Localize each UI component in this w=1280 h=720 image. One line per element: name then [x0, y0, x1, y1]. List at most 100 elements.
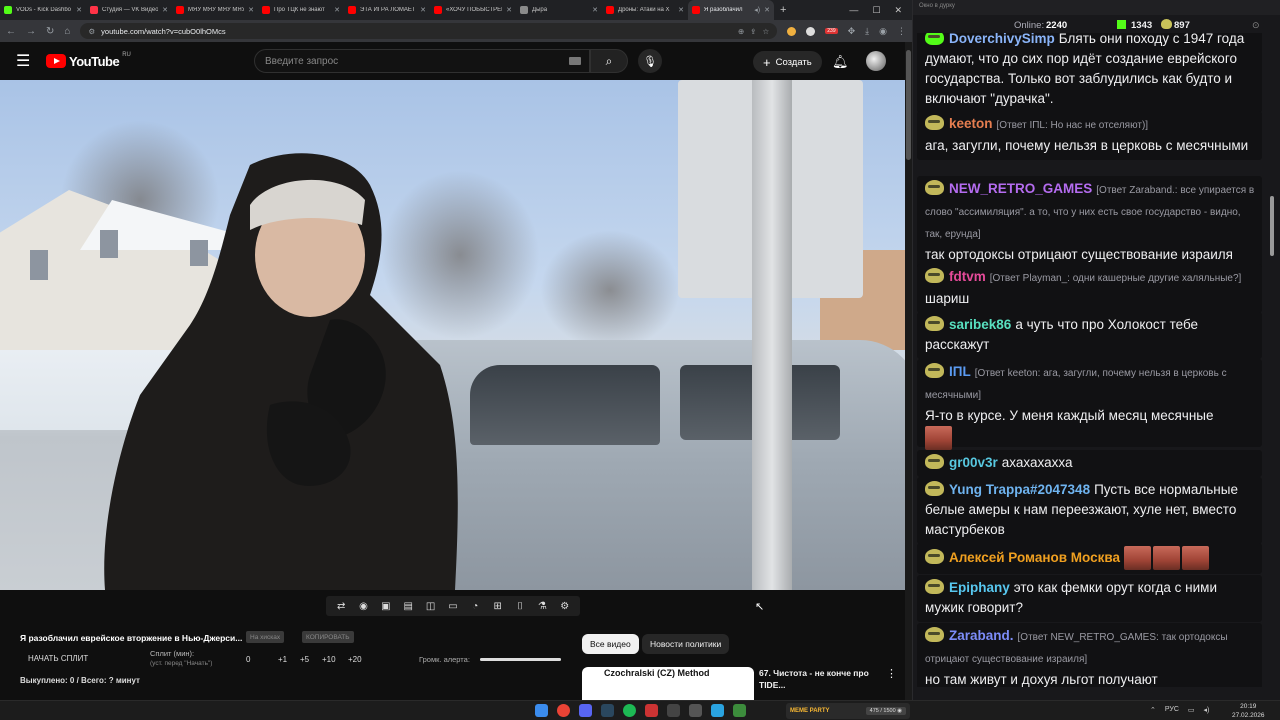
volume-icon[interactable]: ◂): [1204, 706, 1210, 714]
url-field[interactable]: ⚙ youtube.com/watch?v=cubO0lhOMcs ⊕ ⇪ ☆: [80, 23, 778, 39]
voice-search-button[interactable]: 🎙: [638, 49, 662, 73]
copy-button[interactable]: КОПИРОВАТЬ: [302, 631, 354, 643]
minimize-button[interactable]: —: [849, 5, 858, 16]
start-icon[interactable]: [535, 704, 548, 717]
recommendation-title[interactable]: 67. Чистота - не конче про TIDE...: [759, 667, 879, 691]
search-button[interactable]: ⌕: [590, 49, 628, 73]
chat-username[interactable]: Yung Trappa#2047348: [949, 482, 1090, 497]
site-info-icon[interactable]: ⚙: [88, 27, 95, 36]
close-icon[interactable]: ✕: [506, 6, 512, 14]
avatar[interactable]: [866, 51, 886, 71]
settings-icon[interactable]: ⊙: [1252, 20, 1260, 31]
tag-button[interactable]: На хисках: [246, 631, 285, 643]
discord-icon[interactable]: [579, 704, 592, 717]
menu-icon[interactable]: ⋮: [897, 26, 906, 37]
increment-button-1[interactable]: +1: [278, 655, 287, 664]
language-indicator[interactable]: РУС: [1165, 706, 1179, 714]
start-split-button[interactable]: НАЧАТЬ СПЛИТ: [28, 654, 88, 663]
scrollbar-thumb[interactable]: [906, 50, 911, 160]
app-icon[interactable]: [733, 704, 746, 717]
close-icon[interactable]: ✕: [678, 6, 684, 14]
close-icon[interactable]: ✕: [76, 6, 82, 14]
close-icon[interactable]: ✕: [764, 6, 770, 14]
increment-button-20[interactable]: +20: [348, 655, 362, 664]
tray-chevron-icon[interactable]: ⌃: [1150, 706, 1156, 714]
browser-tab-active[interactable]: Я разоблачил ◂) ✕: [688, 0, 774, 20]
chat-username[interactable]: DoverchivySimp: [949, 33, 1055, 46]
puzzle-icon[interactable]: ✥: [848, 26, 856, 37]
forward-icon[interactable]: →: [26, 26, 36, 37]
close-icon[interactable]: ✕: [334, 6, 340, 14]
app-icon[interactable]: [667, 704, 680, 717]
close-icon[interactable]: ✕: [420, 6, 426, 14]
steam-icon[interactable]: [601, 704, 614, 717]
alert-volume-slider[interactable]: [480, 658, 561, 661]
create-button[interactable]: + Создать: [753, 51, 822, 73]
spotify-icon[interactable]: [623, 704, 636, 717]
chip-all-videos[interactable]: Все видео: [582, 634, 639, 654]
loop-icon[interactable]: ⇄: [333, 601, 349, 612]
system-clock[interactable]: 20:19 27.02.2026: [1232, 702, 1265, 720]
network-icon[interactable]: ▭: [1188, 706, 1195, 714]
back-icon[interactable]: ←: [6, 26, 16, 37]
chat-username[interactable]: Алексей Романов Москва: [949, 550, 1120, 565]
meme-party-widget[interactable]: MEME PARTY 475 / 1500 ◉: [786, 703, 910, 719]
close-icon[interactable]: ✕: [248, 6, 254, 14]
pip-icon[interactable]: ◫: [423, 601, 439, 612]
chat-username[interactable]: keeton: [949, 116, 993, 131]
browser-tab[interactable]: Про ТЦК не знают ✕: [258, 0, 344, 20]
chat-username[interactable]: Zaraband.: [949, 628, 1014, 643]
theater-icon[interactable]: ▭: [445, 601, 461, 612]
chat-scrollbar[interactable]: [1268, 36, 1276, 686]
download-icon[interactable]: ⤓: [865, 26, 869, 37]
extension-icon[interactable]: [787, 26, 797, 36]
screenshot-icon[interactable]: ⌷: [512, 601, 528, 612]
share-icon[interactable]: ⇪: [750, 27, 756, 36]
profile-icon[interactable]: ◉: [879, 26, 887, 37]
browser-tab[interactable]: Дыра ✕: [516, 0, 602, 20]
chrome-icon[interactable]: [557, 704, 570, 717]
chat-username[interactable]: gr00v3r: [949, 455, 998, 470]
add-icon[interactable]: ⊞: [490, 601, 506, 612]
increment-button-10[interactable]: +10: [322, 655, 336, 664]
new-tab-button[interactable]: +: [774, 4, 792, 16]
chat-username[interactable]: IПL: [949, 364, 971, 379]
close-icon[interactable]: ✕: [162, 6, 168, 14]
close-window-button[interactable]: ✕: [894, 5, 902, 16]
gear-icon[interactable]: ⚙: [557, 601, 573, 612]
reload-icon[interactable]: ↻: [46, 26, 54, 37]
film-icon[interactable]: ▤: [400, 601, 416, 612]
chat-username[interactable]: fdtvm: [949, 269, 986, 284]
home-icon[interactable]: ⌂: [64, 26, 70, 37]
hamburger-icon[interactable]: ☰: [16, 51, 34, 71]
search-input[interactable]: [265, 55, 565, 67]
audio-icon[interactable]: ◉: [356, 601, 372, 612]
zoom-icon[interactable]: ⊕: [738, 27, 744, 36]
app-icon[interactable]: [645, 704, 658, 717]
chat-username[interactable]: NEW_RETRO_GAMES: [949, 181, 1092, 196]
speed-icon[interactable]: ◔: [467, 601, 483, 612]
cast-icon[interactable]: ▣: [378, 601, 394, 612]
video-player[interactable]: [0, 80, 905, 590]
flask-icon[interactable]: ⚗: [534, 601, 550, 612]
browser-tab[interactable]: «ХОЧУ ПОБЫСТРЕЕ ✕: [430, 0, 516, 20]
browser-tab[interactable]: Студия — VK Видео ✕: [86, 0, 172, 20]
browser-tab[interactable]: МЯУ МЯУ МЯУ МЯУ ✕: [172, 0, 258, 20]
chat-username[interactable]: saribek86: [949, 317, 1011, 332]
increment-button-5[interactable]: +5: [300, 655, 309, 664]
recommendation-thumbnail[interactable]: Czochralski (CZ) Method: [582, 667, 754, 700]
close-icon[interactable]: ✕: [592, 6, 598, 14]
maximize-button[interactable]: ☐: [872, 5, 880, 16]
page-scrollbar[interactable]: [905, 42, 912, 700]
scrollbar-thumb[interactable]: [1270, 196, 1274, 256]
bookmark-star-icon[interactable]: ☆: [763, 27, 770, 36]
browser-tab[interactable]: Дроны: Атаки на Х ✕: [602, 0, 688, 20]
telegram-icon[interactable]: [711, 704, 724, 717]
extension-icon[interactable]: [806, 26, 816, 36]
app-icon[interactable]: [689, 704, 702, 717]
chat-username[interactable]: Epiphany: [949, 580, 1010, 595]
youtube-logo[interactable]: YouTube RU: [46, 52, 131, 69]
keyboard-icon[interactable]: [569, 57, 581, 65]
browser-tab[interactable]: VODs - Kick Dashbo ✕: [0, 0, 86, 20]
browser-tab[interactable]: ЭТА ИГРА ЛОМАЕТ ✕: [344, 0, 430, 20]
